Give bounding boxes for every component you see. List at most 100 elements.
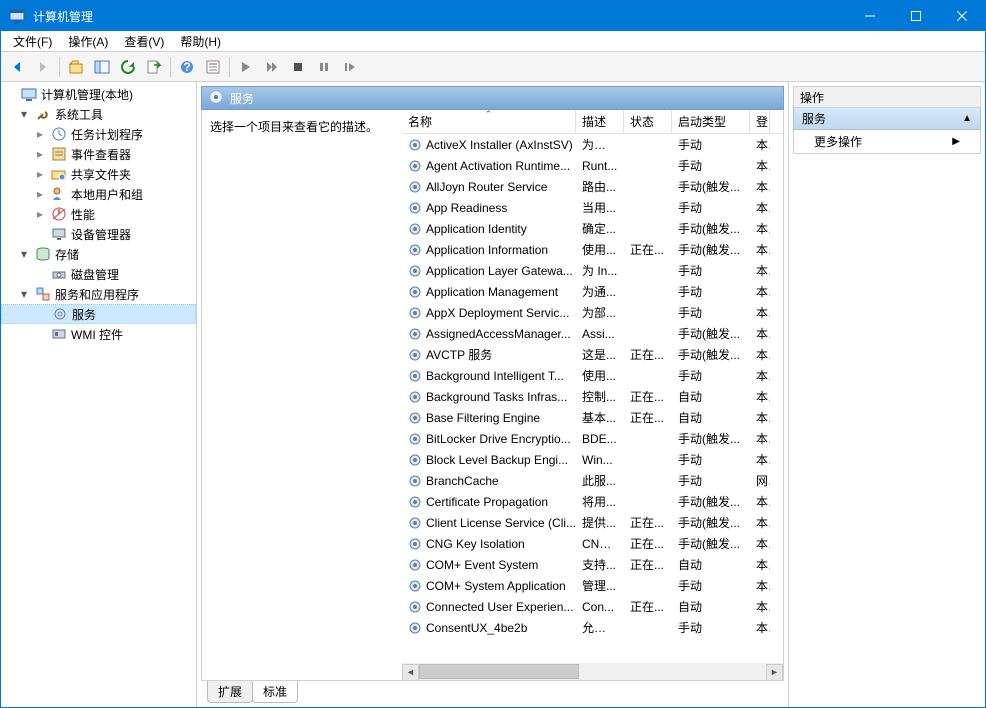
tree-device-manager[interactable]: 设备管理器	[1, 224, 196, 244]
refresh-button[interactable]	[116, 55, 140, 79]
service-row[interactable]: Application Identity确定...手动(触发...本	[402, 218, 783, 239]
back-button[interactable]	[5, 55, 29, 79]
cell-logon: 本	[750, 241, 770, 258]
actions-sub-header[interactable]: 服务 ▲	[793, 108, 981, 130]
restart-button[interactable]	[338, 55, 362, 79]
cell-logon: 本	[750, 619, 770, 636]
service-row[interactable]: ActiveX Installer (AxInstSV)为从 ...手动本	[402, 134, 783, 155]
cell-logon: 网	[750, 472, 770, 489]
chevron-down-icon[interactable]: ▾	[17, 247, 31, 261]
service-row[interactable]: Background Tasks Infras...控制...正在...自动本	[402, 386, 783, 407]
scroll-left-button[interactable]: ◄	[402, 664, 419, 681]
tree-root[interactable]: 计算机管理(本地)	[1, 84, 196, 104]
column-description[interactable]: 描述	[576, 110, 624, 133]
cell-name: Agent Activation Runtime...	[402, 159, 576, 173]
show-hide-tree-button[interactable]	[90, 55, 114, 79]
service-row[interactable]: Application Management为通...手动本	[402, 281, 783, 302]
scroll-track[interactable]	[419, 664, 766, 681]
tree-panel[interactable]: 计算机管理(本地) ▾ 系统工具 ▸ 任务计划程序 ▸ 事件查看器 ▸ 共享文件…	[1, 82, 197, 707]
service-row[interactable]: COM+ Event System支持...正在...自动本	[402, 554, 783, 575]
service-row[interactable]: COM+ System Application管理...手动本	[402, 575, 783, 596]
service-row[interactable]: AppX Deployment Servic...为部...手动本	[402, 302, 783, 323]
cell-desc: CNG...	[576, 537, 624, 551]
tree-disk-mgmt[interactable]: 磁盘管理	[1, 264, 196, 284]
cell-logon: 本	[750, 325, 770, 342]
service-row[interactable]: AllJoyn Router Service路由...手动(触发...本	[402, 176, 783, 197]
tools-icon	[35, 106, 51, 122]
chevron-right-icon[interactable]: ▸	[33, 207, 47, 221]
play-button[interactable]	[234, 55, 258, 79]
stop-button[interactable]	[286, 55, 310, 79]
service-row[interactable]: Background Intelligent T...使用...手动本	[402, 365, 783, 386]
service-row[interactable]: Base Filtering Engine基本...正在...自动本	[402, 407, 783, 428]
forward-button[interactable]	[31, 55, 55, 79]
cell-logon: 本	[750, 388, 770, 405]
close-button[interactable]	[939, 1, 985, 31]
export-button[interactable]	[142, 55, 166, 79]
tree-event-viewer[interactable]: ▸ 事件查看器	[1, 144, 196, 164]
tree-services-apps[interactable]: ▾ 服务和应用程序	[1, 284, 196, 304]
tree-storage[interactable]: ▾ 存储	[1, 244, 196, 264]
service-row[interactable]: Agent Activation Runtime...Runt...手动本	[402, 155, 783, 176]
tree-shared-folders[interactable]: ▸ 共享文件夹	[1, 164, 196, 184]
service-row[interactable]: Application Layer Gatewa...为 In...手动本	[402, 260, 783, 281]
service-row[interactable]: BranchCache此服...手动网	[402, 470, 783, 491]
bottom-tabs: 扩展 标准	[201, 681, 784, 703]
service-row[interactable]: AVCTP 服务这是...正在...手动(触发...本	[402, 344, 783, 365]
service-row[interactable]: Client License Service (Cli...提供...正在...…	[402, 512, 783, 533]
tree-services[interactable]: 服务	[1, 304, 196, 324]
chevron-down-icon[interactable]: ▾	[17, 107, 31, 121]
cell-desc: Win...	[576, 453, 624, 467]
cell-logon: 本	[750, 451, 770, 468]
service-row[interactable]: BitLocker Drive Encryptio...BDE...手动(触发.…	[402, 428, 783, 449]
maximize-button[interactable]	[893, 1, 939, 31]
menu-view[interactable]: 查看(V)	[116, 31, 172, 52]
column-status[interactable]: 状态	[624, 110, 672, 133]
cell-startup: 自动	[672, 556, 750, 573]
pause-button[interactable]	[312, 55, 336, 79]
chevron-right-icon[interactable]: ▸	[33, 167, 47, 181]
svg-text:?: ?	[183, 60, 190, 74]
cell-logon: 本	[750, 304, 770, 321]
service-row[interactable]: ConsentUX_4be2b允许 ...手动本	[402, 617, 783, 638]
tab-extended[interactable]: 扩展	[207, 681, 253, 703]
service-row[interactable]: Connected User Experien...Con...正在...自动本	[402, 596, 783, 617]
menu-file[interactable]: 文件(F)	[5, 31, 60, 52]
tree-performance[interactable]: ▸ 性能	[1, 204, 196, 224]
column-startup-type[interactable]: 启动类型	[672, 110, 750, 133]
tree-task-scheduler[interactable]: ▸ 任务计划程序	[1, 124, 196, 144]
chevron-right-icon[interactable]: ▸	[33, 127, 47, 141]
actions-more[interactable]: 更多操作 ▶	[793, 130, 981, 154]
collapse-icon[interactable]: ▲	[962, 113, 972, 124]
play-next-button[interactable]	[260, 55, 284, 79]
list-rows[interactable]: ActiveX Installer (AxInstSV)为从 ...手动本Age…	[402, 134, 783, 663]
tree-system-tools[interactable]: ▾ 系统工具	[1, 104, 196, 124]
service-row[interactable]: AssignedAccessManager...Assi...手动(触发...本	[402, 323, 783, 344]
up-button[interactable]	[64, 55, 88, 79]
menu-help[interactable]: 帮助(H)	[172, 31, 229, 52]
properties-button[interactable]	[201, 55, 225, 79]
cell-status: 正在...	[624, 535, 672, 552]
chevron-right-icon[interactable]: ▸	[33, 147, 47, 161]
cell-desc: 为从 ...	[576, 136, 624, 153]
menu-action[interactable]: 操作(A)	[60, 31, 116, 52]
service-row[interactable]: App Readiness当用...手动本	[402, 197, 783, 218]
scroll-right-button[interactable]: ►	[766, 664, 783, 681]
service-row[interactable]: Application Information使用...正在...手动(触发..…	[402, 239, 783, 260]
cell-startup: 手动	[672, 283, 750, 300]
service-row[interactable]: CNG Key IsolationCNG...正在...手动(触发...本	[402, 533, 783, 554]
service-row[interactable]: Block Level Backup Engi...Win...手动本	[402, 449, 783, 470]
minimize-button[interactable]	[847, 1, 893, 31]
horizontal-scrollbar[interactable]: ◄ ►	[402, 663, 783, 680]
scroll-thumb[interactable]	[419, 664, 579, 679]
chevron-down-icon[interactable]: ▾	[17, 287, 31, 301]
chevron-right-icon[interactable]: ▸	[33, 187, 47, 201]
help-button[interactable]: ?	[175, 55, 199, 79]
tree-wmi[interactable]: WMI 控件	[1, 324, 196, 344]
cell-name: AllJoyn Router Service	[402, 180, 576, 194]
column-name[interactable]: 名称⌃	[402, 110, 576, 133]
service-row[interactable]: Certificate Propagation将用...手动(触发...本	[402, 491, 783, 512]
column-logon-as[interactable]: 登	[750, 110, 770, 133]
tree-local-users[interactable]: ▸ 本地用户和组	[1, 184, 196, 204]
tab-standard[interactable]: 标准	[252, 681, 298, 703]
